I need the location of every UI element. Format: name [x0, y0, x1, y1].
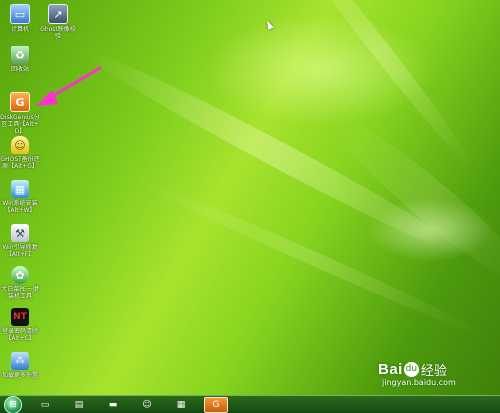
taskbar-item-ghost[interactable]: ☺ [136, 398, 158, 412]
watermark-brand: Bai [378, 361, 403, 378]
baidu-jingyan-watermark: Bai du 经验 [378, 360, 447, 379]
watermark-jingyan: 经验 [420, 364, 447, 379]
ghost-icon: ☺ [142, 400, 152, 410]
taskbar-item-win-install[interactable]: ▦ [170, 398, 192, 412]
diskgenius-icon: G [212, 400, 220, 410]
computer-icon: ▭ [40, 400, 50, 410]
desktop: ▭ 计算机 ↗ Ghost映像校验 ♻ 回收站 G DiskGenius分区工具… [0, 0, 500, 413]
watermark-url: jingyan.baidu.com [382, 378, 456, 387]
taskbar-item-partition-tool[interactable]: ▤ [68, 398, 90, 412]
taskbar-item-diskgenius[interactable]: G [204, 397, 228, 413]
taskbar-item-computer[interactable]: ▭ [34, 398, 56, 412]
partition-tool-icon: ▤ [74, 400, 84, 410]
usb-drive-icon: ▬ [108, 400, 118, 410]
windows-orb-icon: ⊞ [9, 400, 17, 410]
baidu-paw-icon: du [403, 362, 419, 377]
taskbar: ⊞ ▭ ▤ ▬ ☺ ▦ G [0, 395, 500, 413]
win-install-icon: ▦ [176, 400, 186, 410]
start-button[interactable]: ⊞ [4, 396, 22, 413]
annotation-arrow-icon [36, 66, 102, 106]
taskbar-item-usb-drive[interactable]: ▬ [102, 398, 124, 412]
